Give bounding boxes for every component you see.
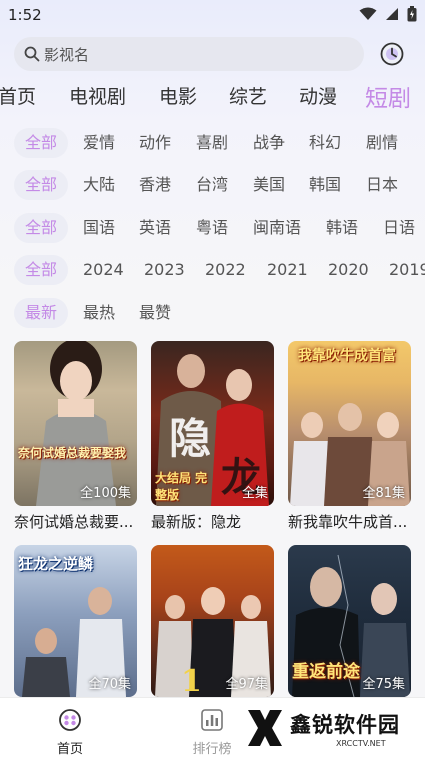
card-title: 奈何试婚总裁要... [14, 513, 134, 531]
sort-filter-row: 最新 最热 最赞 [14, 298, 425, 328]
search-placeholder: 影视名 [44, 45, 90, 64]
language-chip[interactable]: 英语 [139, 213, 171, 243]
history-clock-icon[interactable] [379, 41, 405, 67]
poster-image: 我靠吹牛成首富 全81集 [288, 341, 411, 506]
nav-label: 排行榜 [192, 742, 232, 757]
episode-count: 全70集 [88, 677, 131, 692]
year-filter-row: 全部 2024 2023 2022 2021 2020 2019 [14, 255, 425, 285]
watermark-url: XRCCTV.NET [336, 738, 386, 748]
genre-chip[interactable]: 动作 [139, 128, 171, 158]
poster-image: 狂龙之逆鳞 全70集 [14, 545, 137, 697]
year-chip[interactable]: 2019 [389, 255, 425, 285]
region-chip[interactable]: 台湾 [196, 170, 228, 200]
poster-image: 重返前途 全75集 [288, 545, 411, 697]
search-icon [24, 46, 40, 62]
poster-image: 隐 龙 大结局 完整版 全集 [151, 341, 274, 506]
year-chip[interactable]: 全部 [14, 255, 69, 285]
tab-movies[interactable]: 电影 [159, 82, 197, 109]
nav-home[interactable]: 首页 [40, 708, 100, 757]
language-filter-row: 全部 国语 英语 粤语 闽南语 韩语 日语 [14, 213, 425, 243]
tab-home[interactable]: 首页 [0, 82, 36, 109]
language-chip[interactable]: 全部 [14, 213, 69, 243]
tab-tv-series[interactable]: 电视剧 [69, 82, 126, 109]
home-game-icon [59, 709, 81, 731]
region-chip[interactable]: 全部 [14, 170, 69, 200]
year-chip[interactable]: 2021 [267, 255, 308, 285]
nav-ranking[interactable]: 排行榜 [182, 708, 242, 757]
site-watermark: 鑫锐软件园 XRCCTV.NET [246, 705, 416, 751]
episode-count: 全97集 [225, 677, 268, 692]
poster-image: 奈何试婚总裁要娶我 全100集 [14, 341, 137, 506]
search-row: 影视名 [14, 37, 412, 71]
genre-filter-row: 全部 爱情 动作 喜剧 战争 科幻 剧情 [14, 128, 425, 158]
category-tabs: 首页 电视剧 电影 综艺 动漫 短剧 [0, 82, 425, 112]
ranking-chart-icon [201, 709, 223, 731]
sort-chip[interactable]: 最新 [14, 298, 69, 328]
region-chip[interactable]: 韩国 [309, 170, 341, 200]
genre-chip[interactable]: 科幻 [309, 128, 341, 158]
region-chip[interactable]: 美国 [253, 170, 285, 200]
year-chip[interactable]: 2024 [83, 255, 124, 285]
battery-icon [407, 6, 417, 22]
poster-badge: 重返前途 [292, 662, 360, 682]
genre-chip[interactable]: 全部 [14, 128, 69, 158]
wifi-icon [359, 7, 377, 20]
card-title: 新我靠吹牛成首... [288, 513, 408, 531]
poster-image: 1 全97集 [151, 545, 274, 697]
genre-chip[interactable]: 爱情 [83, 128, 115, 158]
tab-short-drama[interactable]: 短剧 [365, 79, 411, 113]
status-bar: 1:52 [0, 0, 425, 30]
search-input[interactable]: 影视名 [14, 37, 364, 71]
region-filter-row: 全部 大陆 香港 台湾 美国 韩国 日本 [14, 170, 425, 200]
nav-label: 首页 [56, 742, 83, 757]
year-chip[interactable]: 2023 [144, 255, 185, 285]
status-time: 1:52 [8, 6, 42, 24]
signal-icon [386, 8, 398, 20]
episode-count: 全集 [241, 486, 268, 501]
year-chip[interactable]: 2022 [205, 255, 246, 285]
watermark-text: 鑫锐软件园 [290, 712, 400, 737]
svg-text:隐: 隐 [169, 414, 211, 463]
episode-count: 全100集 [80, 486, 131, 501]
episode-count: 全81集 [362, 486, 405, 501]
poster-badge: 我靠吹牛成首富 [298, 348, 396, 364]
language-chip[interactable]: 韩语 [326, 213, 358, 243]
genre-chip[interactable]: 战争 [253, 128, 285, 158]
region-chip[interactable]: 香港 [139, 170, 171, 200]
region-chip[interactable]: 日本 [366, 170, 398, 200]
sort-chip[interactable]: 最热 [83, 298, 115, 328]
year-chip[interactable]: 2020 [328, 255, 369, 285]
language-chip[interactable]: 闽南语 [253, 213, 301, 243]
svg-text:1: 1 [181, 664, 202, 697]
tab-variety[interactable]: 综艺 [229, 82, 267, 109]
card-title: 最新版：隐龙 [151, 513, 242, 531]
region-chip[interactable]: 大陆 [83, 170, 115, 200]
language-chip[interactable]: 日语 [383, 213, 415, 243]
status-icons [359, 6, 417, 22]
language-chip[interactable]: 粤语 [196, 213, 228, 243]
genre-chip[interactable]: 喜剧 [196, 128, 228, 158]
language-chip[interactable]: 国语 [83, 213, 115, 243]
poster-badge: 大结局 完整版 [155, 471, 208, 502]
x-logo-icon [248, 710, 282, 746]
sort-chip[interactable]: 最赞 [139, 298, 171, 328]
poster-badge: 狂龙之逆鳞 [18, 555, 94, 573]
poster-badge: 奈何试婚总裁要娶我 [18, 446, 127, 460]
episode-count: 全75集 [362, 677, 405, 692]
tab-anime[interactable]: 动漫 [299, 82, 337, 109]
genre-chip[interactable]: 剧情 [366, 128, 398, 158]
